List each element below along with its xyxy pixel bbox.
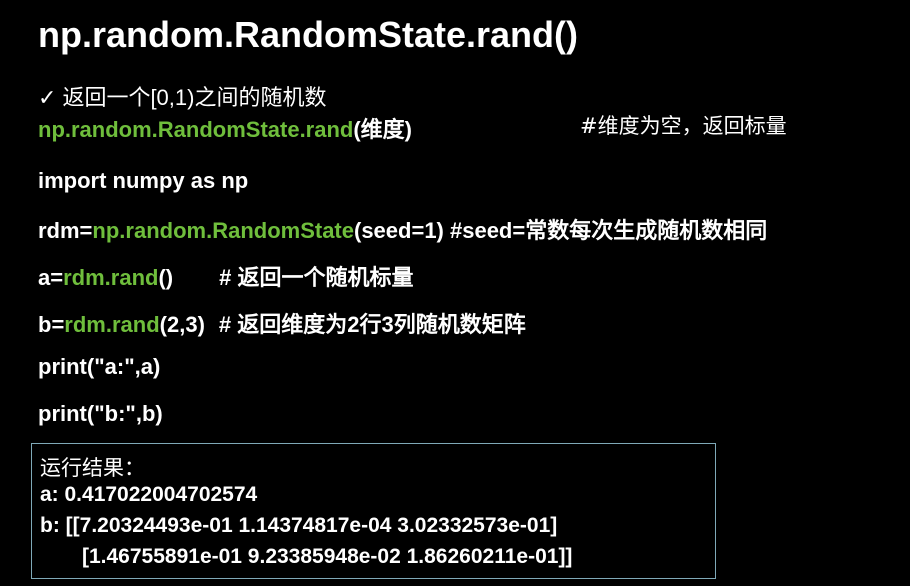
result-a-line: a: 0.417022004702574 bbox=[40, 483, 258, 506]
code-b-prefix: b= bbox=[38, 312, 65, 337]
description-line: ✓ 返回一个[0,1)之间的随机数 bbox=[38, 80, 326, 112]
signature-comment: #维度为空，返回标量 bbox=[580, 114, 787, 138]
code-line-import: import numpy as np bbox=[38, 168, 249, 193]
code-a-args: () bbox=[158, 265, 174, 290]
result-box: 运行结果： a: 0.417022004702574 b: [[7.203244… bbox=[31, 443, 716, 579]
page-title: np.random.RandomState.rand() bbox=[38, 14, 579, 55]
code-b-args: (2,3) bbox=[159, 312, 205, 337]
signature-line: np.random.RandomState.rand(维度) bbox=[38, 112, 412, 144]
check-icon: ✓ bbox=[38, 85, 57, 110]
description-text: 返回一个[0,1)之间的随机数 bbox=[62, 85, 327, 110]
code-b-comment: # 返回维度为2行3列随机数矩阵 bbox=[218, 312, 526, 337]
code-rdm-prefix: rdm= bbox=[38, 218, 93, 243]
code-rdm-func: np.random.RandomState bbox=[92, 218, 354, 243]
code-a-prefix: a= bbox=[38, 265, 64, 290]
code-line-print-a: print("a:",a) bbox=[38, 354, 161, 379]
code-b-func: rdm.rand bbox=[64, 312, 160, 337]
code-line-print-b: print("b:",b) bbox=[38, 401, 163, 426]
signature-func: np.random.RandomState.rand bbox=[38, 117, 354, 142]
result-b-line-1: b: [[7.20324493e-01 1.14374817e-04 3.023… bbox=[40, 514, 558, 537]
code-rdm-args: (seed=1) #seed=常数每次生成随机数相同 bbox=[354, 218, 768, 243]
result-heading: 运行结果： bbox=[40, 456, 145, 480]
signature-args: (维度) bbox=[353, 117, 413, 142]
code-a-func: rdm.rand bbox=[63, 265, 159, 290]
code-a-comment: # 返回一个随机标量 bbox=[219, 265, 414, 290]
result-b-line-2: [1.46755891e-01 9.23385948e-02 1.8626021… bbox=[82, 545, 573, 568]
code-line-a: a=rdm.rand() # 返回一个随机标量 bbox=[38, 260, 413, 292]
code-line-b: b=rdm.rand(2,3) # 返回维度为2行3列随机数矩阵 bbox=[38, 307, 526, 339]
code-line-rdm: rdm=np.random.RandomState(seed=1) #seed=… bbox=[38, 213, 767, 245]
